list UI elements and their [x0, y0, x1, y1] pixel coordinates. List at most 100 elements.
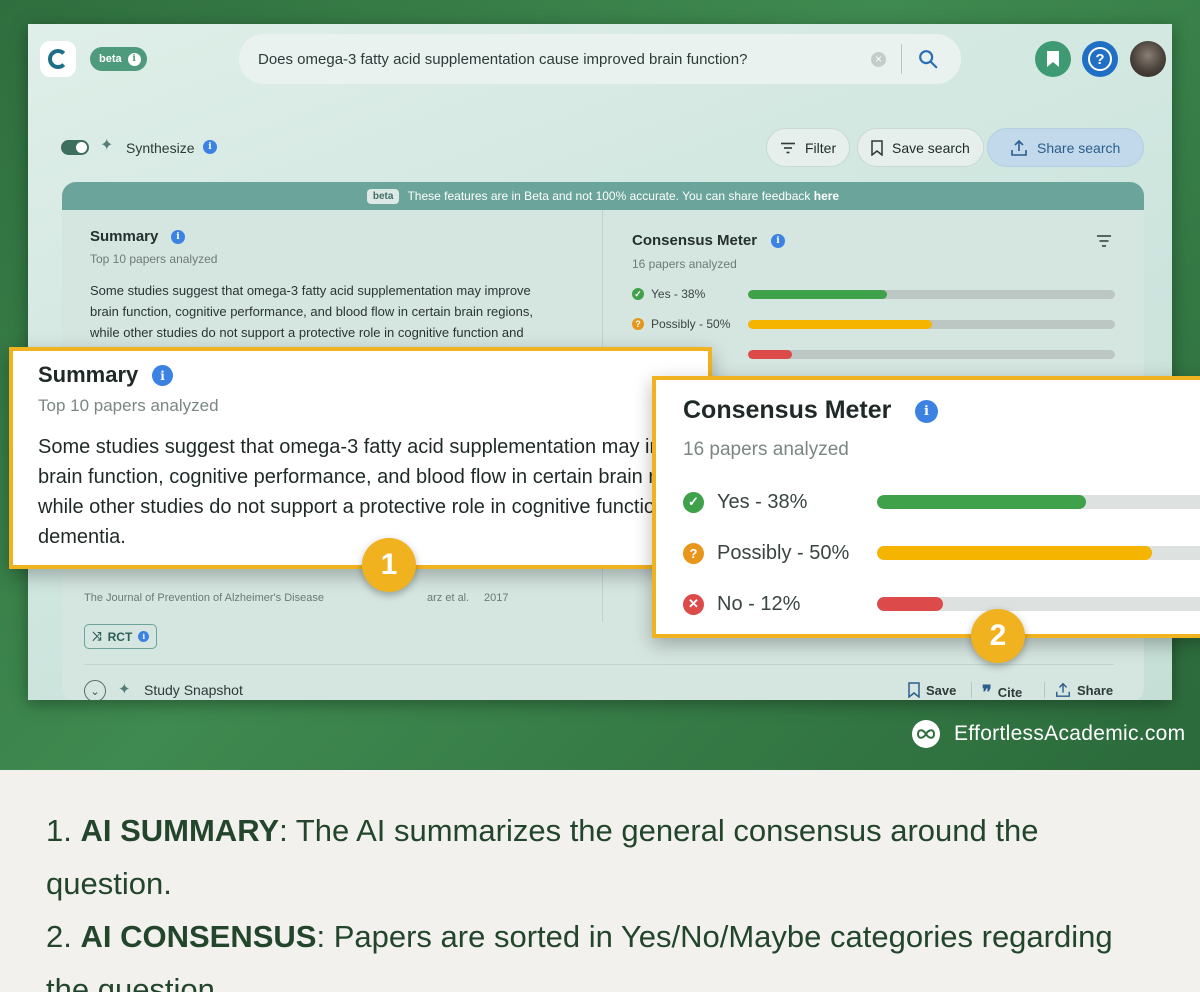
summary-callout-title: Summary — [38, 362, 139, 387]
quote-icon: ❞ — [982, 682, 992, 700]
rct-label: RCT — [107, 629, 133, 644]
paper-year: 2017 — [484, 592, 509, 604]
info-icon: i — [915, 400, 938, 423]
consensus-bar-fill — [877, 597, 944, 611]
divider — [84, 664, 1114, 665]
consensus-bar-fill — [877, 546, 1153, 560]
search-bar[interactable]: Does omega-3 fatty acid supplementation … — [239, 34, 961, 84]
summary-callout-subtitle: Top 10 papers analyzed — [38, 396, 219, 415]
action-divider — [1044, 682, 1045, 698]
rct-info-icon[interactable]: i — [138, 631, 150, 642]
save-button[interactable]: Save — [908, 682, 956, 698]
filter-icon — [781, 142, 795, 153]
beta-notice-text: These features are in Beta and not 100% … — [407, 189, 840, 203]
summary-title: Summary — [90, 228, 159, 245]
clear-icon[interactable]: × — [871, 51, 886, 67]
beta-notice-tag: beta — [366, 188, 400, 204]
caption-notes: 1. AI SUMMARY: The AI summarizes the gen… — [46, 804, 1156, 992]
callout-number-badge: 1 — [362, 538, 416, 592]
consensus-callout: Consensus Meter i 16 papers analyzed ✓ Y… — [652, 376, 1200, 638]
share-search-label: Share search — [1037, 139, 1121, 156]
brand-text: EffortlessAcademic.com — [954, 722, 1186, 745]
paper-journal[interactable]: The Journal of Prevention of Alzheimer's… — [84, 592, 324, 604]
beta-badge[interactable]: beta i — [90, 47, 147, 71]
summary-subtitle: Top 10 papers analyzed — [90, 252, 218, 266]
study-snapshot-label[interactable]: Study Snapshot — [144, 682, 243, 698]
consensus-logo[interactable] — [40, 41, 76, 77]
filter-label: Filter — [805, 139, 837, 156]
brand-watermark: EffortlessAcademic.com — [912, 720, 1185, 748]
cite-button[interactable]: ❞ Cite — [982, 682, 1022, 700]
consensus-callout-label: Possibly - 50% — [717, 541, 850, 564]
shuffle-icon: ⤨ — [92, 629, 102, 643]
search-icon[interactable] — [917, 48, 939, 70]
consensus-bar-fill — [748, 350, 793, 359]
feedback-link[interactable]: here — [814, 189, 839, 203]
save-label: Save — [926, 682, 957, 698]
note-item: 1. AI SUMMARY: The AI summarizes the gen… — [46, 804, 1156, 910]
filter-button[interactable]: Filter — [766, 128, 851, 167]
consensus-row-label: Yes - 38% — [651, 287, 706, 301]
top-bar: beta i Does omega-3 fatty acid supplemen… — [28, 24, 1172, 96]
share-button[interactable]: Share — [1055, 682, 1113, 698]
share-search-button[interactable]: Share search — [987, 128, 1145, 167]
cite-label: Cite — [997, 685, 1023, 700]
action-divider — [971, 682, 972, 698]
search-input[interactable]: Does omega-3 fatty acid supplementation … — [258, 51, 871, 68]
question-icon: ? — [683, 542, 704, 564]
sparkle-icon: ✦ — [118, 681, 131, 698]
rct-tag[interactable]: ⤨ RCT i — [84, 624, 158, 649]
consensus-info-icon[interactable]: i — [771, 234, 785, 248]
bookmark-outline-icon — [871, 139, 883, 156]
save-search-button[interactable]: Save search — [857, 128, 984, 167]
bookmark-outline-icon — [908, 682, 920, 698]
consensus-bar-no — [748, 350, 1115, 359]
consensus-bar-possibly — [748, 320, 1115, 329]
consensus-row-yes[interactable]: ✓ Yes - 38% — [632, 286, 748, 302]
consensus-callout-row-possibly: ? Possibly - 50% — [683, 540, 849, 566]
note-title: AI CONSENSUS — [80, 919, 317, 954]
consensus-bar-fill — [748, 290, 888, 299]
summary-callout: Summary i Top 10 papers analyzed Some st… — [9, 347, 720, 569]
consensus-callout-row-no: ✕ No - 12% — [683, 591, 800, 617]
synthesize-toggle[interactable] — [61, 140, 89, 155]
summary-info-icon[interactable]: i — [171, 230, 185, 244]
consensus-row-label: Possibly - 50% — [651, 317, 731, 331]
x-icon: ✕ — [683, 593, 704, 615]
note-item: 2. AI CONSENSUS: Papers are sorted in Ye… — [46, 910, 1156, 992]
sparkle-icon: ✦ — [100, 137, 114, 154]
avatar[interactable] — [1130, 41, 1166, 77]
filter-icon[interactable] — [1096, 234, 1112, 248]
bookmarks-button[interactable] — [1035, 41, 1071, 77]
note-title: AI SUMMARY — [80, 813, 280, 848]
info-icon: i — [152, 365, 173, 386]
synthesize-info-icon[interactable]: i — [203, 140, 217, 154]
info-icon: i — [127, 52, 141, 66]
share-icon — [1056, 682, 1070, 697]
share-label: Share — [1077, 682, 1114, 698]
beta-notice: beta These features are in Beta and not … — [62, 182, 1144, 210]
synthesize-label: Synthesize — [126, 140, 195, 156]
consensus-callout-title: Consensus Meter — [683, 396, 892, 424]
save-search-label: Save search — [892, 139, 970, 156]
consensus-row-possibly[interactable]: ? Possibly - 50% — [632, 316, 748, 332]
consensus-title: Consensus Meter — [632, 232, 758, 249]
consensus-bar-fill — [877, 495, 1087, 509]
note-number: 1. — [46, 813, 72, 848]
consensus-callout-bar-no — [877, 597, 1200, 611]
consensus-callout-bar-yes — [877, 495, 1200, 509]
help-icon: ? — [1088, 47, 1112, 71]
paper-authors: arz et al. — [427, 592, 470, 604]
question-icon: ? — [632, 318, 644, 330]
share-icon — [1011, 139, 1027, 156]
consensus-bar-yes — [748, 290, 1115, 299]
chevron-down-icon[interactable]: ⌄ — [84, 680, 106, 700]
consensus-callout-label: Yes - 38% — [717, 490, 808, 513]
help-button[interactable]: ? — [1082, 41, 1118, 77]
infinity-logo-icon — [912, 720, 940, 748]
consensus-bar-fill — [748, 320, 932, 329]
note-number: 2. — [46, 919, 72, 954]
consensus-callout-bar-possibly — [877, 546, 1200, 560]
search-divider — [901, 44, 902, 74]
beta-label: beta — [99, 53, 122, 65]
